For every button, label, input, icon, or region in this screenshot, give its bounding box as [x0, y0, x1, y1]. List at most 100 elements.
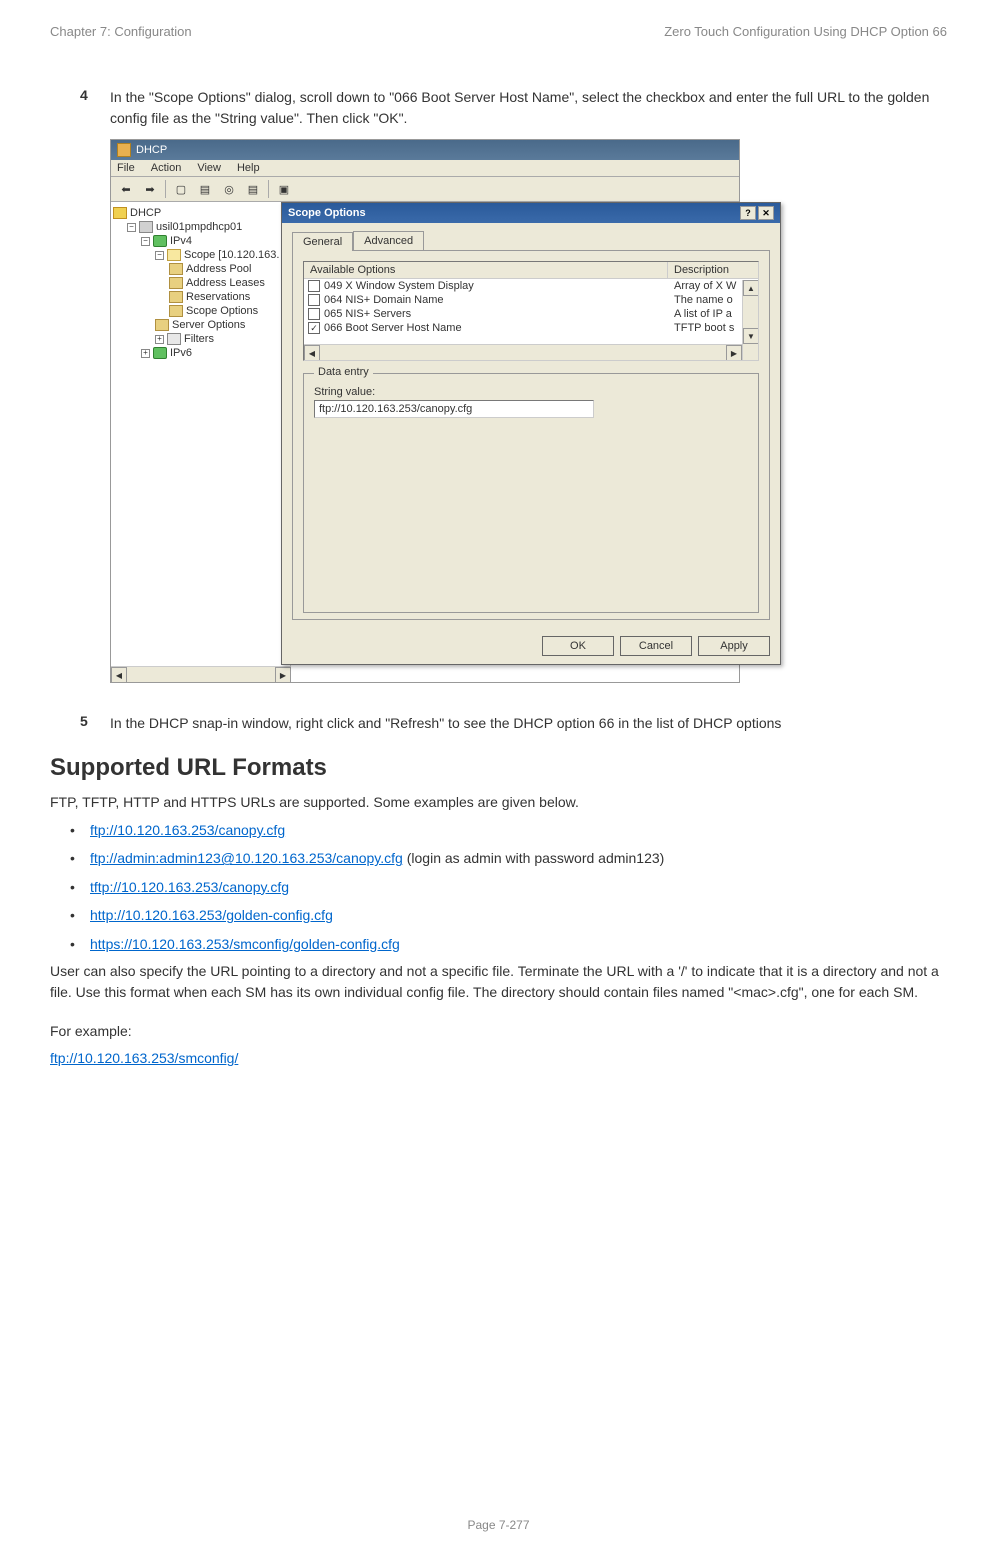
ipv4-icon [153, 235, 167, 247]
scroll-right-icon[interactable]: ▶ [726, 345, 742, 361]
app-titlebar: DHCP [111, 140, 739, 160]
page-header: Chapter 7: Configuration Zero Touch Conf… [50, 24, 947, 39]
app-title: DHCP [136, 144, 167, 156]
option-064[interactable]: 064 NIS+ Domain NameThe name o [304, 293, 758, 307]
col-description[interactable]: Description [668, 262, 758, 278]
url-link-5[interactable]: https://10.120.163.253/smconfig/golden-c… [90, 936, 400, 952]
scroll-left-icon[interactable]: ◀ [304, 345, 320, 361]
minus-icon[interactable]: − [141, 237, 150, 246]
bullet-icon: • [70, 904, 90, 926]
col-available-options[interactable]: Available Options [304, 262, 668, 278]
scope-options-dialog: Scope Options ? ✕ General Advanced Avail… [281, 202, 781, 665]
option-049[interactable]: 049 X Window System DisplayArray of X W [304, 279, 758, 293]
data-entry-legend: Data entry [314, 366, 373, 378]
toolbar-btn-1[interactable]: ▢ [170, 179, 192, 199]
example-url[interactable]: ftp://10.120.163.253/smconfig/ [50, 1050, 238, 1066]
tree-ipv4[interactable]: −IPv4 [141, 234, 288, 248]
folder-icon [167, 249, 181, 261]
list-vscrollbar[interactable]: ▲ ▼ [742, 280, 758, 360]
option-066[interactable]: ✓066 Boot Server Host NameTFTP boot s [304, 321, 758, 335]
option-065[interactable]: 065 NIS+ ServersA list of IP a [304, 307, 758, 321]
bullet-icon: • [70, 933, 90, 955]
dialog-titlebar: Scope Options ? ✕ [282, 203, 780, 223]
toolbar-btn-5[interactable]: ▣ [273, 179, 295, 199]
dialog-tabs: General Advanced [292, 231, 770, 250]
help-button[interactable]: ? [740, 206, 756, 220]
menu-view[interactable]: View [197, 162, 221, 174]
tree-pane: DHCP −usil01pmpdhcp01 −IPv4 −Scope [10.1… [111, 202, 291, 666]
tree-address-leases[interactable]: Address Leases [169, 276, 288, 290]
tree-server-options[interactable]: Server Options [155, 318, 288, 332]
tab-general[interactable]: General [292, 232, 353, 251]
string-value-label: String value: [314, 386, 748, 398]
step-4: 4 In the "Scope Options" dialog, scroll … [80, 87, 947, 129]
back-button[interactable]: ⬅ [115, 179, 137, 199]
scroll-right-icon[interactable]: ▶ [275, 667, 291, 683]
checkbox-icon[interactable] [308, 294, 320, 306]
ok-button[interactable]: OK [542, 636, 614, 656]
menu-help[interactable]: Help [237, 162, 260, 174]
dhcp-icon [113, 207, 127, 219]
scroll-left-icon[interactable]: ◀ [111, 667, 127, 683]
tree-scope-options[interactable]: Scope Options [169, 304, 288, 318]
toolbar-btn-3[interactable]: ◎ [218, 179, 240, 199]
tree-ipv6[interactable]: +IPv6 [141, 346, 288, 360]
tab-advanced[interactable]: Advanced [353, 231, 424, 250]
tree-scope[interactable]: −Scope [10.120.163. [155, 248, 288, 262]
menubar: File Action View Help [111, 160, 739, 177]
forward-button[interactable]: ➡ [139, 179, 161, 199]
toolbar-btn-4[interactable]: ▤ [242, 179, 264, 199]
close-button[interactable]: ✕ [758, 206, 774, 220]
step-5-number: 5 [80, 713, 110, 734]
dialog-buttons: OK Cancel Apply [282, 628, 780, 664]
example-label: For example: [50, 1021, 947, 1042]
url-list: •ftp://10.120.163.253/canopy.cfg •ftp://… [70, 819, 947, 955]
url-link-1[interactable]: ftp://10.120.163.253/canopy.cfg [90, 822, 285, 838]
intro-text: FTP, TFTP, HTTP and HTTPS URLs are suppo… [50, 792, 947, 813]
plus-icon[interactable]: + [141, 349, 150, 358]
cancel-button[interactable]: Cancel [620, 636, 692, 656]
dhcp-screenshot: DHCP File Action View Help ⬅ ➡ ▢ ▤ ◎ ▤ ▣… [110, 139, 740, 683]
bullet-icon: • [70, 819, 90, 841]
list-hscrollbar[interactable]: ◀ ▶ [304, 344, 742, 360]
checkbox-icon[interactable] [308, 308, 320, 320]
toolbar: ⬅ ➡ ▢ ▤ ◎ ▤ ▣ [111, 177, 739, 202]
server-icon [139, 221, 153, 233]
step-4-text: In the "Scope Options" dialog, scroll do… [110, 87, 947, 129]
url-link-3[interactable]: tftp://10.120.163.253/canopy.cfg [90, 879, 289, 895]
ipv6-icon [153, 347, 167, 359]
tree-filters[interactable]: +Filters [155, 332, 288, 346]
tree-hscrollbar[interactable]: ◀ ▶ [111, 666, 291, 682]
step-5-text: In the DHCP snap-in window, right click … [110, 713, 947, 734]
minus-icon[interactable]: − [155, 251, 164, 260]
step-5: 5 In the DHCP snap-in window, right clic… [80, 713, 947, 734]
tree-reservations[interactable]: Reservations [169, 290, 288, 304]
options-list[interactable]: Available Options Description 049 X Wind… [303, 261, 759, 361]
scroll-up-icon[interactable]: ▲ [743, 280, 759, 296]
apply-button[interactable]: Apply [698, 636, 770, 656]
toolbar-btn-2[interactable]: ▤ [194, 179, 216, 199]
checkbox-checked-icon[interactable]: ✓ [308, 322, 320, 334]
checkbox-icon[interactable] [308, 280, 320, 292]
minus-icon[interactable]: − [127, 223, 136, 232]
menu-file[interactable]: File [117, 162, 135, 174]
item-icon [169, 263, 183, 275]
url-link-4[interactable]: http://10.120.163.253/golden-config.cfg [90, 907, 333, 923]
plus-icon[interactable]: + [155, 335, 164, 344]
item-icon [169, 291, 183, 303]
tree-address-pool[interactable]: Address Pool [169, 262, 288, 276]
menu-action[interactable]: Action [151, 162, 182, 174]
dhcp-icon [117, 143, 131, 157]
item-icon [169, 305, 183, 317]
url-link-2[interactable]: ftp://admin:admin123@10.120.163.253/cano… [90, 850, 403, 866]
tree-root[interactable]: DHCP [113, 206, 288, 220]
url-item-4: •http://10.120.163.253/golden-config.cfg [70, 904, 947, 926]
tree-server[interactable]: −usil01pmpdhcp01 [127, 220, 288, 234]
item-icon [169, 277, 183, 289]
scroll-down-icon[interactable]: ▼ [743, 328, 759, 344]
string-value-input[interactable]: ftp://10.120.163.253/canopy.cfg [314, 400, 594, 418]
page-footer: Page 7-277 [0, 1518, 997, 1532]
list-header: Available Options Description [304, 262, 758, 279]
dialog-title-text: Scope Options [288, 207, 366, 219]
toolbar-separator-2 [268, 180, 269, 198]
